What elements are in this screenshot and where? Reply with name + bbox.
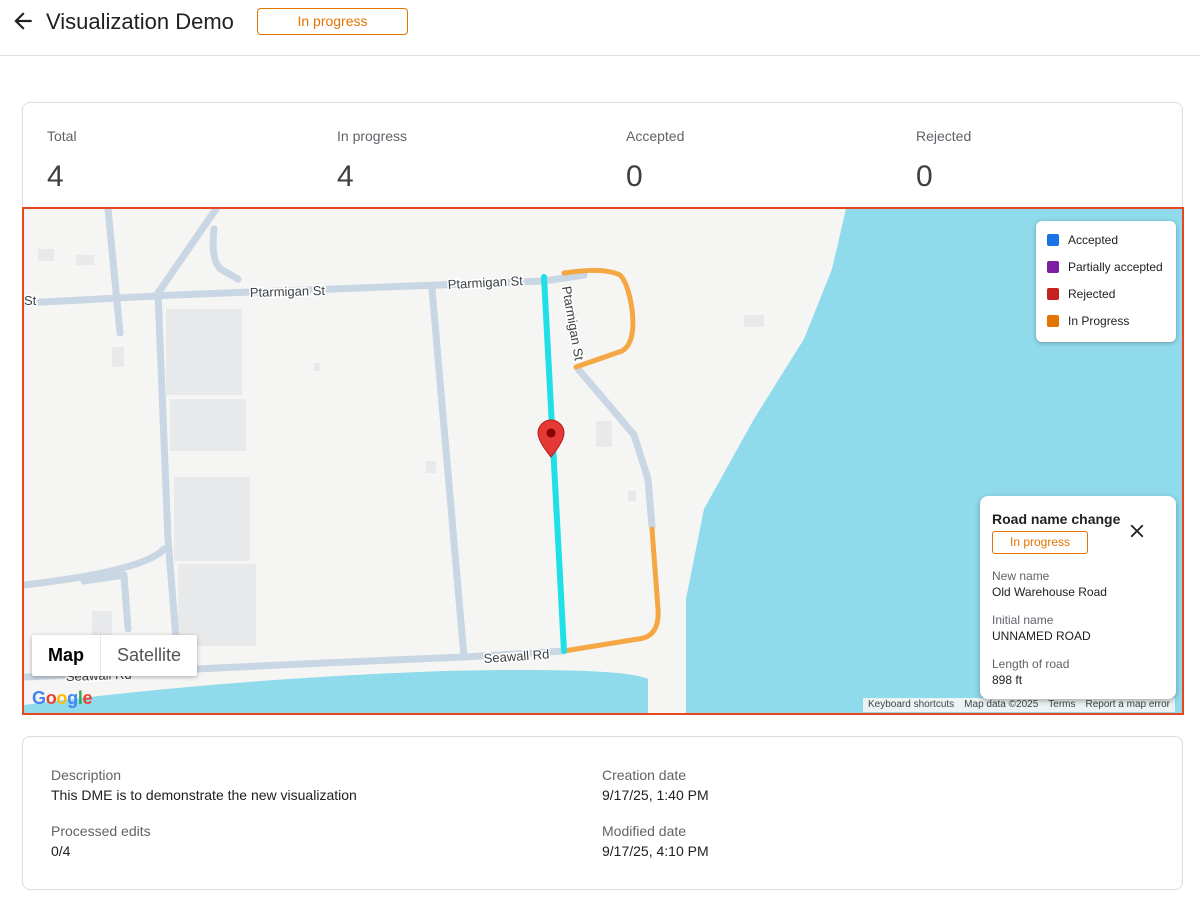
road-info-card: Road name change In progress New name Ol… [980,496,1176,699]
legend-item-rejected: Rejected [1047,285,1115,303]
initial-name-value: UNNAMED ROAD [992,629,1091,643]
street-label: Ptarmigan St [559,285,587,362]
new-name-label: New name [992,569,1050,583]
selected-road[interactable] [541,274,567,654]
legend-label: Accepted [1068,233,1119,247]
map-view[interactable]: St Ptarmigan St Ptarmigan St Ptarmigan S… [22,207,1184,715]
stat-rejected: Rejected 0 [916,127,971,195]
processed-edits-label: Processed edits [51,823,151,839]
legend-swatch [1047,315,1059,327]
map-legend: Accepted Partially accepted Rejected In … [1036,221,1176,342]
modified-date-value: 9/17/25, 4:10 PM [602,843,709,859]
legend-item-accepted: Accepted [1047,231,1118,249]
legend-swatch [1047,234,1059,246]
legend-item-partially-accepted: Partially accepted [1047,258,1163,276]
details-card: Description This DME is to demonstrate t… [22,736,1183,890]
close-icon[interactable] [1126,520,1148,542]
street-label: Ptarmigan St [447,273,523,292]
page-header: Visualization Demo In progress [0,0,1200,56]
info-card-title: Road name change [992,511,1121,527]
legend-swatch [1047,261,1059,273]
initial-name-label: Initial name [992,613,1054,627]
info-status-badge: In progress [992,531,1088,554]
legend-label: Rejected [1068,287,1116,301]
terms-link[interactable]: Terms [1043,698,1080,712]
processed-edits-value: 0/4 [51,843,71,859]
stat-in-progress: In progress 4 [337,127,407,195]
street-label: Ptarmigan St [250,283,326,300]
stat-label: Total [47,128,77,144]
street-label: Seawall Rd [483,646,550,666]
report-error-link[interactable]: Report a map error [1081,698,1175,712]
creation-date-label: Creation date [602,767,687,783]
description-value: This DME is to demonstrate the new visua… [51,787,357,803]
map-type-control: Map Satellite [32,635,198,676]
map-marker-icon[interactable] [537,419,565,458]
map-attribution: Keyboard shortcuts Map data ©2025 Terms … [863,698,1175,712]
stat-label: Accepted [626,128,685,144]
stat-value: 0 [626,160,643,193]
map-type-map-button[interactable]: Map [32,635,101,676]
google-logo: Google [32,688,93,708]
new-name-value: Old Warehouse Road [992,585,1107,599]
map-data-text: Map data ©2025 [964,699,1039,710]
arrow-left-icon[interactable] [10,8,36,34]
legend-item-in-progress: In Progress [1047,312,1129,330]
stat-accepted: Accepted 0 [626,127,684,195]
road-length-label: Length of road [992,657,1070,671]
page-title: Visualization Demo [46,9,234,34]
stat-label: Rejected [916,128,972,144]
stat-value: 4 [337,160,354,193]
status-badge: In progress [257,8,408,35]
road-length-value: 898 ft [992,673,1023,687]
modified-date-label: Modified date [602,823,687,839]
legend-label: In Progress [1068,314,1130,328]
legend-label: Partially accepted [1068,260,1163,274]
keyboard-shortcuts-link[interactable]: Keyboard shortcuts [863,698,959,712]
street-label: St [24,293,37,308]
creation-date-value: 9/17/25, 1:40 PM [602,787,709,803]
stat-value: 4 [47,160,64,193]
description-label: Description [51,767,122,783]
stat-total: Total 4 [47,127,77,195]
stat-label: In progress [337,128,408,144]
map-type-satellite-button[interactable]: Satellite [101,635,197,676]
stat-value: 0 [916,160,933,193]
legend-swatch [1047,288,1059,300]
